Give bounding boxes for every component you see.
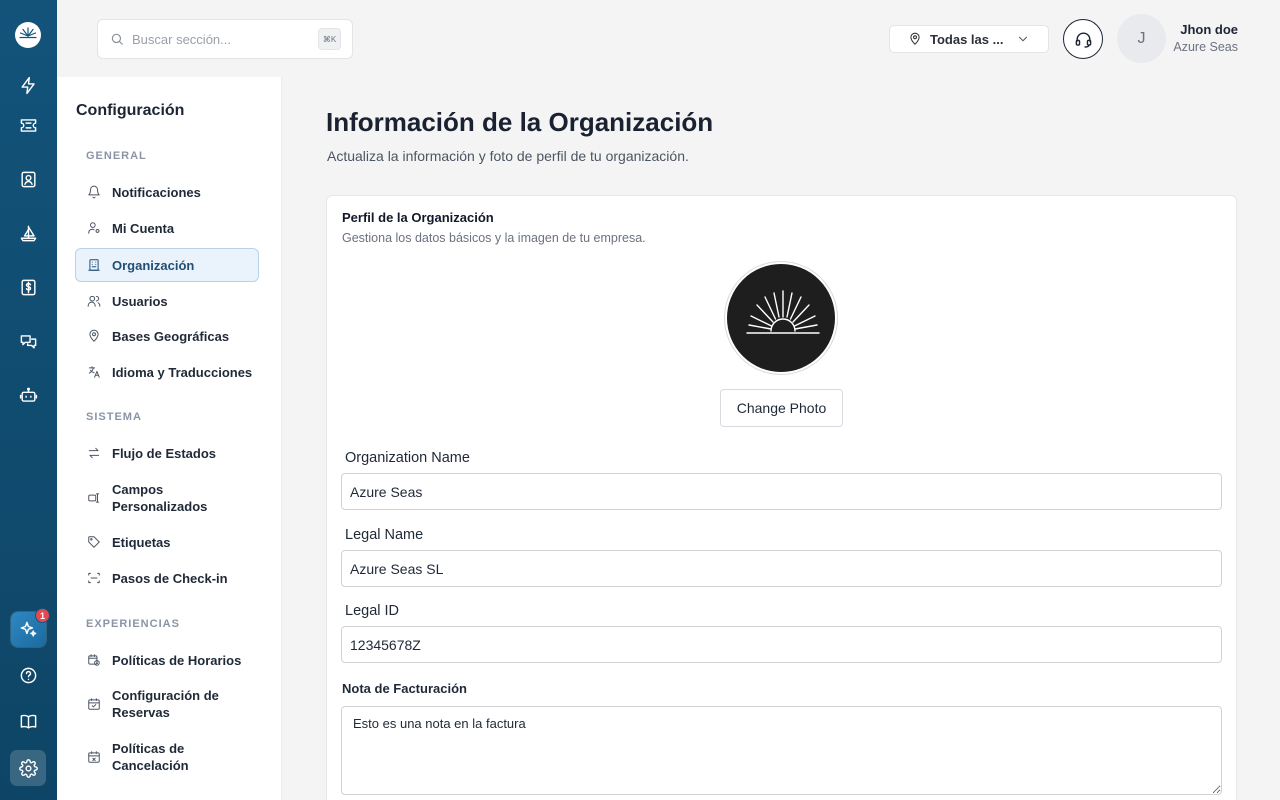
custom-fields-icon xyxy=(88,493,100,503)
section-experiencias: EXPERIENCIAS xyxy=(86,618,180,630)
sidebar-item-label: Usuarios xyxy=(112,293,168,309)
user-organization: Azure Seas xyxy=(1173,40,1238,54)
lightning-icon[interactable] xyxy=(0,67,57,103)
building-icon xyxy=(88,259,100,271)
gear-icon[interactable] xyxy=(0,750,57,786)
search-input[interactable]: Buscar sección... ⌘K xyxy=(97,19,353,59)
sailboat-icon[interactable] xyxy=(0,215,57,251)
sidebar-item-label: Organización xyxy=(112,257,195,273)
sidebar-item-label: Bases Geográficas xyxy=(112,328,230,344)
calendar-x-icon xyxy=(88,751,100,763)
sidebar-item-label: Pasos de Check-in xyxy=(112,570,228,586)
calendar-clock-icon xyxy=(88,654,100,666)
billing-note-textarea[interactable]: Esto es una nota en la factura xyxy=(341,706,1222,795)
sidebar-item-organizacion[interactable]: Organización xyxy=(75,248,259,282)
legal-id-label: Legal ID xyxy=(345,603,400,619)
avatar[interactable]: J xyxy=(1117,14,1166,63)
sidebar-item-label: Etiquetas xyxy=(112,534,171,550)
sidebar-item-flujo-estados[interactable]: Flujo de Estados xyxy=(75,442,259,464)
headset-icon xyxy=(1075,31,1091,48)
location-selector[interactable]: Todas las ... xyxy=(889,25,1049,53)
sidebar-item-notificaciones[interactable]: Notificaciones xyxy=(75,181,259,203)
sidebar-item-politicas-cancelacion[interactable]: Políticas de Cancelación xyxy=(75,739,259,775)
section-general: GENERAL xyxy=(86,150,147,162)
settings-title: Configuración xyxy=(76,102,185,119)
contact-badge-icon[interactable] xyxy=(0,161,57,197)
location-label: Todas las ... xyxy=(930,31,1004,47)
notification-badge: 1 xyxy=(35,608,50,623)
bell-icon xyxy=(88,185,100,199)
ticket-icon[interactable] xyxy=(0,107,57,143)
page-title: Información de la Organización xyxy=(326,107,714,137)
change-photo-button[interactable]: Change Photo xyxy=(720,389,843,427)
tag-icon xyxy=(88,536,100,548)
sidebar-item-checkin[interactable]: Pasos de Check-in xyxy=(75,567,259,589)
card-subtitle: Gestiona los datos básicos y la imagen d… xyxy=(342,231,646,245)
translate-icon xyxy=(88,366,100,378)
user-gear-icon xyxy=(88,222,100,234)
search-shortcut: ⌘K xyxy=(318,28,341,50)
invoice-dollar-icon[interactable] xyxy=(0,269,57,305)
sidebar-item-label: Notificaciones xyxy=(112,184,201,200)
search-placeholder: Buscar sección... xyxy=(132,31,231,47)
organization-logo xyxy=(725,262,837,374)
org-name-field[interactable] xyxy=(341,473,1222,510)
arrows-swap-icon xyxy=(88,447,100,459)
sidebar-item-etiquetas[interactable]: Etiquetas xyxy=(75,531,259,553)
org-name-label: Organization Name xyxy=(345,450,470,466)
sparkles-icon xyxy=(20,621,37,637)
page-subtitle: Actualiza la información y foto de perfi… xyxy=(327,148,689,164)
sidebar-item-mi-cuenta[interactable]: Mi Cuenta xyxy=(75,217,259,239)
sidebar-item-bases-geograficas[interactable]: Bases Geográficas xyxy=(75,325,259,347)
legal-id-field[interactable] xyxy=(341,626,1222,663)
sidebar-item-label: Mi Cuenta xyxy=(112,220,175,236)
legal-name-field[interactable] xyxy=(341,550,1222,587)
search-icon xyxy=(111,33,123,45)
legal-name-label: Legal Name xyxy=(345,527,424,543)
book-icon[interactable] xyxy=(0,703,57,739)
map-pin-icon xyxy=(89,329,99,342)
sunrise-logo-icon[interactable] xyxy=(15,22,41,48)
app-rail: 1 xyxy=(0,0,57,800)
sidebar-item-idioma[interactable]: Idioma y Traducciones xyxy=(75,361,259,383)
sidebar-item-usuarios[interactable]: Usuarios xyxy=(75,290,259,312)
chat-bubbles-icon[interactable] xyxy=(0,323,57,359)
users-icon xyxy=(87,295,101,307)
billing-note-label: Nota de Facturación xyxy=(342,681,467,696)
sidebar-item-label: Políticas de Cancelación xyxy=(112,741,189,773)
sidebar-item-configuracion-reservas[interactable]: Configuración de Reservas xyxy=(75,686,259,722)
main-content: Información de la Organización Actualiza… xyxy=(282,77,1280,800)
settings-sidebar: Configuración GENERAL Notificaciones Mi … xyxy=(57,77,282,800)
sidebar-item-campos-personalizados[interactable]: Campos Personalizados xyxy=(75,480,259,516)
top-bar: Buscar sección... ⌘K Todas las ... J Jho… xyxy=(57,0,1280,77)
calendar-check-icon xyxy=(88,698,100,710)
chevron-down-icon xyxy=(1016,32,1030,51)
section-sistema: SISTEMA xyxy=(86,411,142,423)
sidebar-item-label: Campos Personalizados xyxy=(112,482,208,514)
organization-profile-card: Perfil de la Organización Gestiona los d… xyxy=(326,195,1237,800)
card-title: Perfil de la Organización xyxy=(342,210,494,225)
sidebar-item-politicas-horarios[interactable]: Políticas de Horarios xyxy=(75,649,259,671)
scan-icon xyxy=(88,572,100,584)
sidebar-item-label: Idioma y Traducciones xyxy=(112,364,253,380)
map-pin-icon xyxy=(910,32,920,45)
help-circle-icon[interactable] xyxy=(0,657,57,693)
support-button[interactable] xyxy=(1063,19,1103,59)
sidebar-item-label: Políticas de Horarios xyxy=(112,652,242,668)
user-name[interactable]: Jhon doe xyxy=(1178,22,1238,37)
bot-icon[interactable] xyxy=(0,377,57,413)
sidebar-item-label: Flujo de Estados xyxy=(112,445,217,461)
sidebar-item-label: Configuración de Reservas xyxy=(112,688,219,720)
